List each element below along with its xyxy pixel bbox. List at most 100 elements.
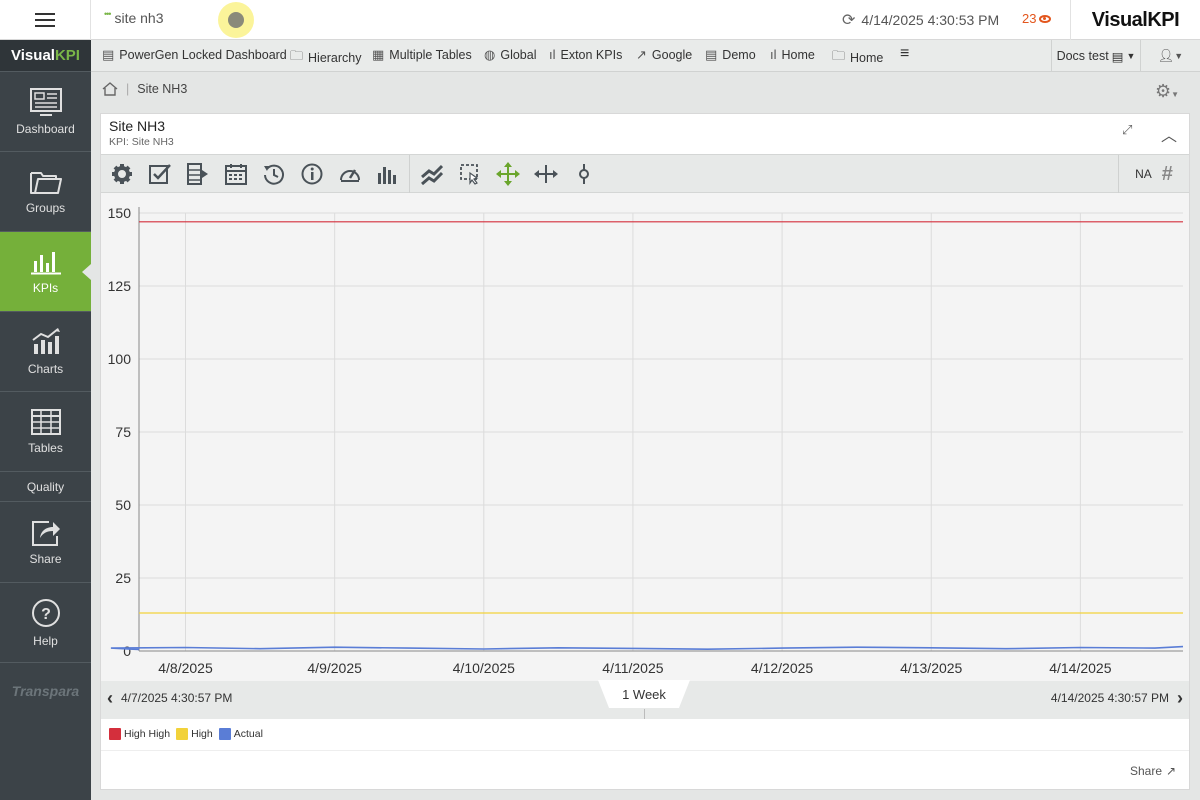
- folder-icon: 🗀: [832, 48, 846, 63]
- trend-chart[interactable]: 0 25 50 75 100 125 150 4/8/2025 4/9/2025 4/10/202…: [101, 193, 1189, 681]
- gauge-icon[interactable]: [338, 162, 362, 186]
- y-tick-label: 0: [123, 643, 131, 659]
- legend-swatch: [218, 728, 231, 740]
- series-line-actual: [110, 645, 1184, 651]
- legend-swatch: [176, 728, 189, 740]
- globe-icon: ◍: [484, 47, 496, 62]
- x-tick-label: 4/14/2025: [1049, 660, 1111, 676]
- horizontal-pan-icon[interactable]: [534, 162, 558, 186]
- folder-icon: 🗀: [290, 48, 304, 63]
- sidebar-item-label: Tables: [28, 440, 63, 455]
- search-input[interactable]: ••• site nh3: [104, 9, 164, 26]
- value-display-na[interactable]: NA: [1135, 167, 1152, 181]
- history-clock-icon[interactable]: [262, 162, 286, 186]
- chart-toolbar: NA #: [101, 154, 1189, 193]
- page-settings-button[interactable]: ⚙▼: [1155, 81, 1179, 102]
- dashboard-icon: ▤: [705, 47, 718, 62]
- search-text: site nh3: [114, 10, 164, 26]
- alert-count: 23: [1022, 11, 1037, 26]
- favorite-home-kpis[interactable]: ıl Home: [770, 47, 815, 62]
- expand-icon[interactable]: [1121, 122, 1137, 141]
- help-icon: ?: [31, 598, 60, 627]
- trend-compare-icon[interactable]: [420, 162, 444, 186]
- sidebar-item-dashboard[interactable]: Dashboard: [0, 72, 91, 152]
- sidebar-item-help[interactable]: ? Help: [0, 583, 91, 663]
- table-icon: [30, 408, 61, 435]
- sidebar-logo: Visual KPI: [0, 40, 91, 72]
- caret-down-icon: ▼: [1174, 51, 1184, 61]
- info-icon[interactable]: [300, 162, 324, 186]
- cursor-marker-icon[interactable]: [572, 162, 596, 186]
- hamburger-menu-button[interactable]: [0, 0, 91, 40]
- legend-swatch: [109, 728, 121, 740]
- sidebar-item-groups[interactable]: Groups: [0, 152, 91, 232]
- favorite-home-folder[interactable]: 🗀 Home: [832, 47, 883, 69]
- settings-gear-icon[interactable]: [110, 162, 134, 186]
- chevron-left-icon: ‹: [107, 688, 113, 708]
- legend-item-high-high[interactable]: High High: [109, 728, 170, 740]
- x-tick-label: 4/10/2025: [453, 660, 515, 676]
- share-icon: [31, 521, 60, 546]
- x-tick-label: 4/13/2025: [900, 660, 962, 676]
- caret-down-icon: ▼: [1171, 90, 1180, 99]
- favorite-global[interactable]: ◍ Global: [484, 47, 536, 63]
- favorite-powergen-locked-dashboard[interactable]: ▤ PowerGen Locked Dashboard: [102, 47, 287, 63]
- kpi-bars-icon: ıl: [770, 47, 777, 62]
- favorites-overflow-button[interactable]: ≡: [900, 45, 909, 63]
- hash-icon[interactable]: #: [1162, 163, 1173, 186]
- collapse-chevron-icon[interactable]: ︿: [1161, 122, 1177, 146]
- sidebar-item-tables[interactable]: Tables: [0, 392, 91, 472]
- dashboard-icon: ▤: [102, 47, 115, 62]
- pan-move-icon[interactable]: [496, 162, 520, 186]
- refresh-button[interactable]: ⟳ 4/14/2025 4:30:53 PM: [842, 10, 999, 30]
- profile-docs-dropdown[interactable]: Docs test ▤ ▼: [1051, 40, 1140, 72]
- range-end: 4/14/2025 4:30:57 PM: [1050, 691, 1169, 705]
- export-table-icon[interactable]: [186, 162, 210, 186]
- next-period-button[interactable]: 4/14/2025 4:30:57 PM ›: [1050, 689, 1183, 707]
- range-selector[interactable]: 1 Week: [598, 680, 690, 708]
- user-menu-button[interactable]: 👤︎ ▼: [1140, 40, 1200, 72]
- caret-down-icon: ▼: [1126, 51, 1136, 61]
- share-link[interactable]: Share ↗: [1130, 764, 1176, 778]
- top-bar: ••• site nh3 ⟳ 4/14/2025 4:30:53 PM 23 V…: [0, 0, 1200, 40]
- favorite-hierarchy[interactable]: 🗀 Hierarchy: [290, 47, 362, 69]
- sidebar-item-share[interactable]: Share: [0, 502, 91, 583]
- home-icon[interactable]: [102, 82, 118, 96]
- card-title: Site NH3: [109, 118, 166, 134]
- legend-item-high[interactable]: High: [176, 728, 213, 740]
- edit-check-icon[interactable]: [148, 162, 172, 186]
- watch-alerts-button[interactable]: 23: [1022, 11, 1052, 26]
- y-tick-label: 100: [108, 351, 132, 367]
- chart-legend: High High High Actual: [109, 728, 263, 740]
- sidebar-item-charts[interactable]: Charts: [0, 312, 91, 392]
- toolbar-value-area: NA #: [1118, 155, 1189, 193]
- sidebar-item-label: Share: [29, 552, 62, 566]
- svg-text:?: ?: [41, 606, 51, 623]
- time-range-bar: ‹ 4/7/2025 4:30:57 PM 1 Week 4/14/2025 4…: [101, 680, 1189, 719]
- brand-logo[interactable]: VisualKPI: [1070, 0, 1200, 40]
- sidebar-item-label: KPIs: [32, 280, 59, 295]
- y-tick-label: 125: [108, 278, 132, 294]
- x-tick-label: 4/11/2025: [602, 660, 663, 676]
- favorite-exton-kpis[interactable]: ıl Exton KPIs: [549, 47, 622, 62]
- favorite-google[interactable]: ↗ Google: [636, 47, 692, 63]
- sidebar-item-kpis[interactable]: KPIs: [0, 232, 91, 312]
- y-tick-label: 25: [115, 570, 131, 586]
- sidebar-item-quality[interactable]: Quality: [0, 472, 91, 502]
- favorite-demo[interactable]: ▤ Demo: [705, 47, 756, 63]
- dashboard-icon: [29, 87, 62, 116]
- transpara-logo: Transpara: [11, 683, 80, 699]
- user-icon: 👤︎: [1157, 48, 1175, 63]
- list-sort-icon: ≡: [900, 45, 910, 62]
- sidebar: Visual KPI Dashboard Groups KPIs Charts …: [0, 40, 91, 800]
- previous-period-button[interactable]: ‹ 4/7/2025 4:30:57 PM: [107, 688, 232, 708]
- legend-item-actual[interactable]: Actual: [218, 728, 263, 740]
- card-divider: [101, 750, 1189, 751]
- histogram-icon[interactable]: [376, 162, 400, 186]
- favorite-multiple-tables[interactable]: ▦ Multiple Tables: [372, 47, 472, 63]
- calendar-icon[interactable]: [224, 162, 248, 186]
- selection-zoom-icon[interactable]: [458, 162, 482, 186]
- card-subtitle: KPI: Site NH3: [109, 136, 174, 148]
- folder-icon: [29, 171, 62, 194]
- external-link-icon: ↗: [1166, 764, 1177, 778]
